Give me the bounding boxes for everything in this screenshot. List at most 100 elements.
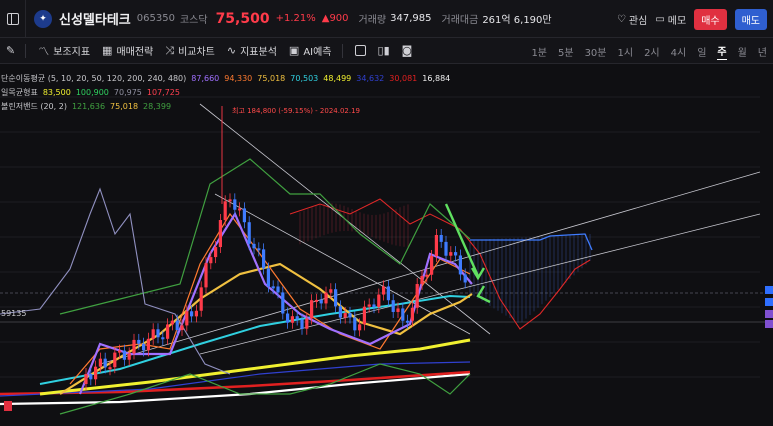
candle-body xyxy=(434,235,438,256)
watch-label: 관심 xyxy=(628,15,648,27)
axis-badge-purple xyxy=(765,310,773,318)
candle-body xyxy=(113,352,117,368)
candle-body xyxy=(391,300,395,312)
candle-body xyxy=(151,329,155,339)
period-tab[interactable]: 일 xyxy=(697,44,706,59)
candle-body xyxy=(358,324,362,331)
trade-value-label: 거래대금 xyxy=(441,15,479,26)
candle-body xyxy=(94,366,98,380)
chart-toolbar: ✎ 〽 보조지표 ▦ 매매전략 ⤨ 비교차트 ∿ 지표분석 ▣ AI예측 ▯▮ … xyxy=(0,38,773,64)
candle-body xyxy=(444,241,448,256)
divider xyxy=(341,43,343,58)
candle-body xyxy=(185,311,189,326)
period-tab[interactable]: 1분 xyxy=(531,44,547,59)
candle-body xyxy=(98,358,102,367)
watch-button[interactable]: ♡ 관심 xyxy=(617,12,647,27)
candle-body xyxy=(386,286,390,301)
divider xyxy=(25,43,27,58)
candle-body xyxy=(156,329,160,338)
candle-body xyxy=(458,255,462,275)
candle-body xyxy=(338,306,342,318)
change-rate: +1.21% xyxy=(275,13,316,24)
compare-button[interactable]: ⤨ 비교차트 xyxy=(165,43,215,59)
candle-body xyxy=(276,286,280,293)
axis-badge-purple xyxy=(765,320,773,328)
period-tab[interactable]: 30분 xyxy=(585,44,607,59)
legend-value: 121,636 xyxy=(71,102,106,111)
chart-canvas[interactable] xyxy=(0,64,773,426)
candle-body xyxy=(401,308,405,321)
analysis-button[interactable]: ∿ 지표분석 xyxy=(227,43,277,58)
ai-label: AI예측 xyxy=(303,47,332,58)
candle-body xyxy=(89,374,93,380)
volume-value: 347,985 xyxy=(390,13,432,24)
legend-value: 87,660 xyxy=(191,74,220,83)
price-chart[interactable]: 단순이동평균 (5, 10, 20, 50, 120, 200, 240, 48… xyxy=(0,64,773,426)
candle-body xyxy=(103,358,107,368)
candle-body xyxy=(266,268,270,287)
candle-body xyxy=(271,286,275,289)
candle-body xyxy=(286,313,290,323)
buy-button[interactable]: 매수 xyxy=(694,8,727,30)
candle-body xyxy=(233,199,237,210)
candle-body xyxy=(310,300,314,319)
period-tab[interactable]: 5분 xyxy=(558,44,574,59)
ai-button[interactable]: ▣ AI예측 xyxy=(289,43,332,58)
indicators-button[interactable]: 〽 보조지표 xyxy=(38,43,90,59)
candle-body xyxy=(343,313,347,318)
analysis-label: 지표분석 xyxy=(240,47,277,58)
candle-body xyxy=(242,208,246,223)
period-tab[interactable]: 년 xyxy=(758,44,767,59)
sell-button[interactable]: 매도 xyxy=(734,8,767,30)
period-tab[interactable]: 2시 xyxy=(644,44,660,59)
candle-body xyxy=(362,306,366,325)
period-tab[interactable]: 월 xyxy=(738,44,747,59)
camera-icon[interactable]: ◙ xyxy=(402,44,413,57)
ai-icon: ▣ xyxy=(288,44,300,57)
candle-body xyxy=(281,292,285,314)
company-logo: ✦ xyxy=(34,9,52,28)
legend-value: 100,900 xyxy=(75,88,109,97)
candle-body xyxy=(166,324,170,339)
bollinger-legend: 볼린저밴드 (20, 2) 121,636 75,018 28,399 xyxy=(1,101,181,112)
bollinger-legend-title: 볼린저밴드 (20, 2) xyxy=(1,102,67,111)
indicator-icon: 〽 xyxy=(38,44,50,58)
period-selector: 1분 5분 30분 1시 2시 4시 일 주 월 년 xyxy=(531,38,767,64)
candle-body xyxy=(146,338,150,351)
ichimoku-legend-title: 일목균형표 xyxy=(1,88,38,97)
strategy-button[interactable]: ▦ 매매전략 xyxy=(102,43,153,58)
memo-button[interactable]: ▭ 메모 xyxy=(655,12,686,27)
change-amount: ▲900 xyxy=(321,13,349,24)
square-icon[interactable] xyxy=(354,45,366,56)
candle-body xyxy=(348,313,352,318)
candle-body xyxy=(122,350,126,360)
candle-body xyxy=(324,292,328,304)
pencil-icon[interactable]: ✎ xyxy=(6,44,15,57)
axis-badge-blue xyxy=(765,298,773,306)
candle-body xyxy=(180,325,184,331)
candle-body xyxy=(334,289,338,307)
candlestick-icon[interactable]: ▯▮ xyxy=(378,44,390,57)
candle-body xyxy=(175,320,179,331)
candle-body xyxy=(238,208,242,211)
indicators-label: 보조지표 xyxy=(53,47,91,58)
high-annotation: 최고 184,800 (-59.15%) - 2024.02.19 xyxy=(232,107,361,115)
candle-body xyxy=(305,318,309,329)
candle-body xyxy=(228,199,232,202)
candle-body xyxy=(132,339,136,354)
ichimoku-span-b xyxy=(459,228,591,330)
sidebar-toggle-icon[interactable] xyxy=(0,0,26,38)
memo-icon: ▭ xyxy=(655,13,665,25)
legend-value: 34,632 xyxy=(356,74,385,83)
period-tab[interactable]: 주 xyxy=(717,43,727,60)
period-tab[interactable]: 1시 xyxy=(618,44,634,59)
axis-badge-blue xyxy=(765,286,773,294)
trendline-channel xyxy=(199,213,761,355)
candle-body xyxy=(218,220,222,248)
ichimoku-span-b-early xyxy=(289,198,461,230)
period-tab[interactable]: 4시 xyxy=(671,44,687,59)
candle-body xyxy=(214,247,218,258)
legend-value: 75,018 xyxy=(110,102,139,111)
legend-value: 83,500 xyxy=(42,88,71,97)
candle-body xyxy=(329,289,333,293)
